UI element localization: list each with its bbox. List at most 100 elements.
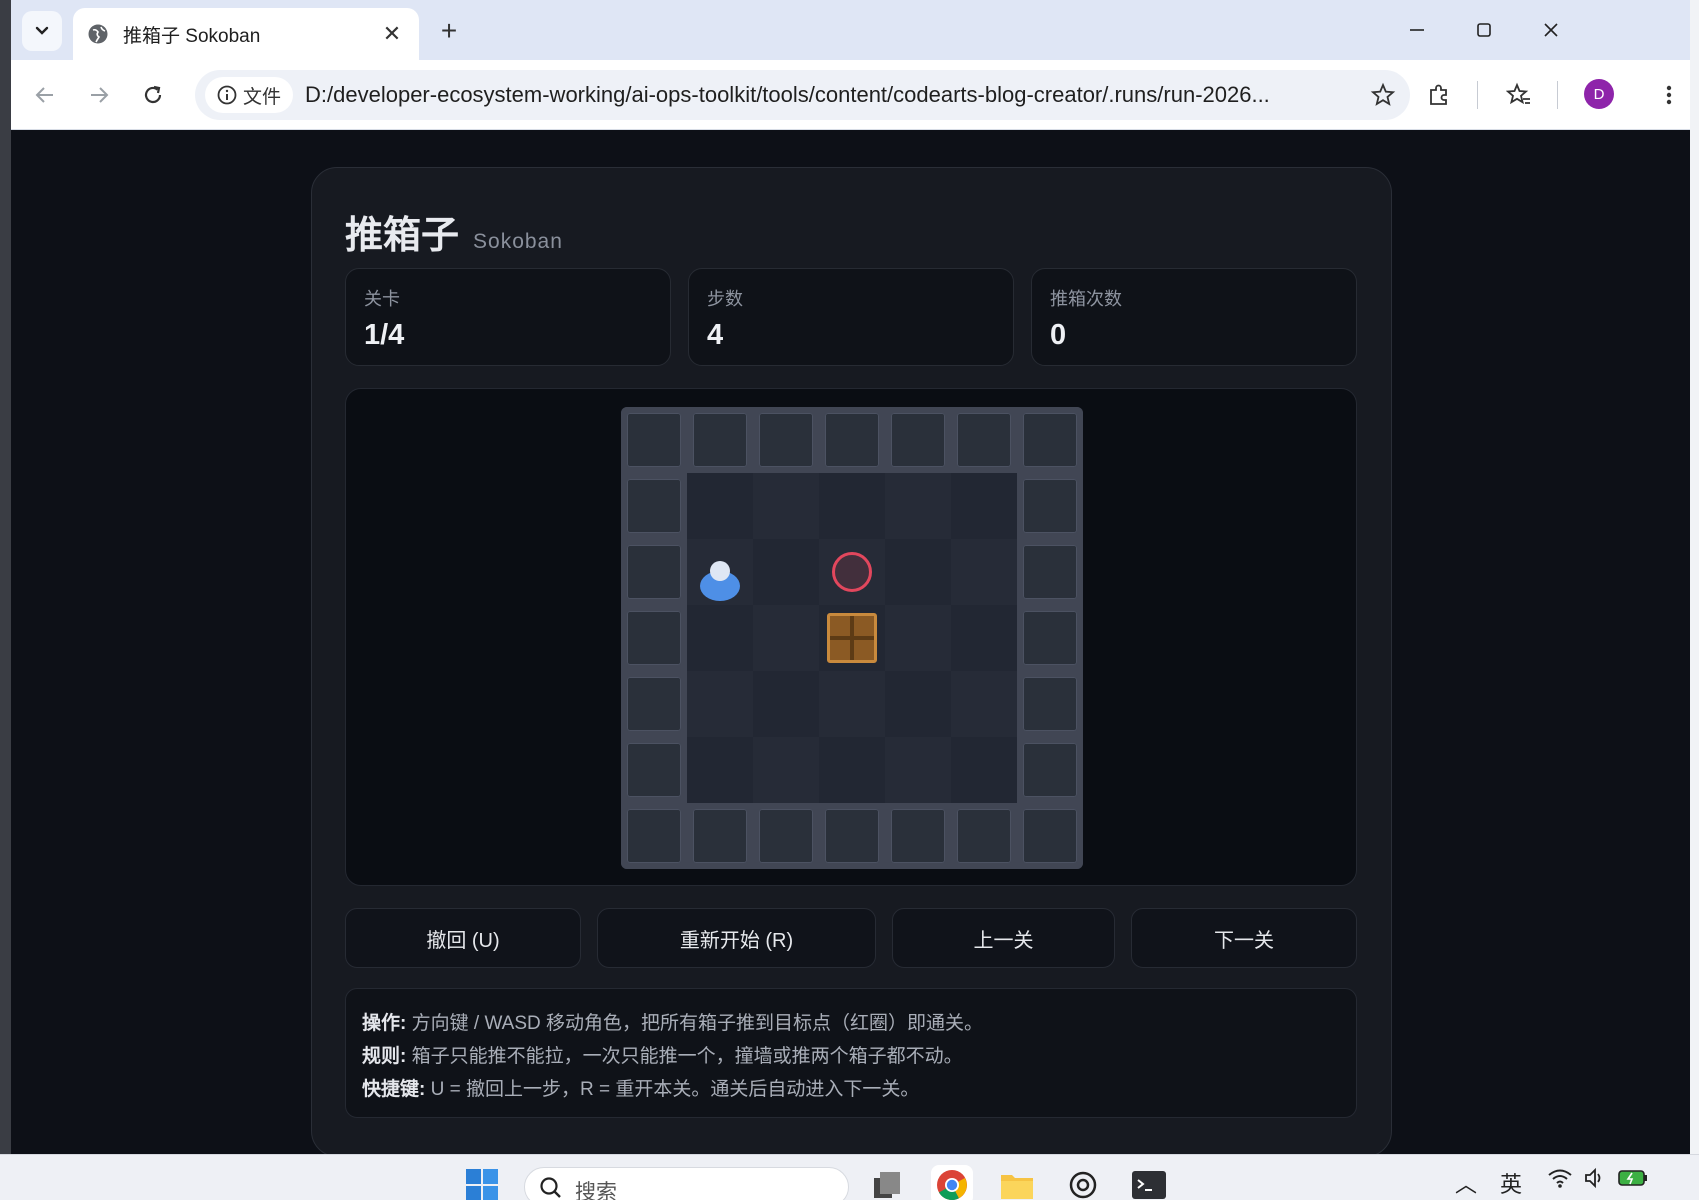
crate-box: [827, 613, 877, 663]
maximize-icon: [1477, 23, 1491, 37]
tab-title: 推箱子 Sokoban: [123, 25, 261, 47]
volume-icon[interactable]: [1583, 1167, 1605, 1195]
floor-tile: [885, 605, 951, 671]
next-level-button[interactable]: 下一关: [1131, 908, 1357, 968]
wall-tile: [819, 803, 885, 869]
chatgpt-button[interactable]: [1062, 1165, 1104, 1200]
stat-pushes-value: 0: [1050, 319, 1067, 351]
volume-icon: [1585, 1167, 1601, 1189]
tab-search-button[interactable]: [22, 11, 62, 51]
floor-tile: [753, 605, 819, 671]
bookmark-star-button[interactable]: [1370, 82, 1396, 113]
more-vertical-icon: [1666, 85, 1672, 105]
wall-tile: [621, 605, 687, 671]
site-info-chip[interactable]: 文件: [205, 77, 294, 113]
floor-tile: [687, 539, 753, 605]
close-window-button[interactable]: [1531, 12, 1571, 48]
floor-tile: [819, 539, 885, 605]
info-icon: [217, 85, 237, 105]
stat-level-label: 关卡: [364, 289, 400, 309]
file-chip-label: 文件: [243, 86, 282, 108]
help-key: 规则:: [362, 1046, 407, 1067]
wall-tile: [819, 407, 885, 473]
chevron-down-icon: [35, 26, 49, 35]
ime-indicator[interactable]: 英: [1500, 1167, 1522, 1199]
wall-tile: [621, 473, 687, 539]
reload-button[interactable]: [135, 77, 171, 113]
wall-tile: [753, 803, 819, 869]
wall-tile: [1017, 407, 1083, 473]
profile-avatar[interactable]: D: [1584, 79, 1614, 109]
floor-tile: [819, 737, 885, 803]
task-view-button[interactable]: [866, 1165, 908, 1200]
floor-tile: [885, 473, 951, 539]
undo-button[interactable]: 撤回 (U): [345, 908, 581, 968]
wall-tile: [687, 407, 753, 473]
floor-tile: [951, 473, 1017, 539]
back-button[interactable]: [27, 77, 63, 113]
terminal-button[interactable]: [1128, 1165, 1170, 1200]
star-list-icon: [1506, 82, 1530, 105]
taskbar-search[interactable]: 搜索: [524, 1167, 849, 1200]
file-explorer-button[interactable]: [996, 1165, 1038, 1200]
browser-titlebar: 推箱子 Sokoban ✕ +: [11, 0, 1690, 60]
wall-tile: [1017, 539, 1083, 605]
stat-pushes: 推箱次数 0: [1031, 268, 1357, 366]
stat-level: 关卡 1/4: [345, 268, 671, 366]
stat-steps: 步数 4: [688, 268, 1014, 366]
chrome-taskbar-button[interactable]: [931, 1165, 973, 1200]
puzzle-icon: [1430, 84, 1447, 105]
game-title-row: 推箱子 Sokoban: [345, 204, 563, 259]
tray-chevron-up-icon[interactable]: ︿: [1455, 1167, 1477, 1199]
forward-button[interactable]: [81, 77, 117, 113]
floor-tile: [687, 605, 753, 671]
desktop-left-edge: [0, 0, 11, 1154]
task-view-icon: [874, 1172, 900, 1198]
wifi-icon[interactable]: [1547, 1167, 1573, 1195]
help-text: U = 撤回上一步，R = 重开本关。通关后自动进入下一关。: [430, 1079, 920, 1100]
wall-tile: [687, 803, 753, 869]
player-character: [699, 561, 741, 601]
floor-tile: [951, 737, 1017, 803]
floor-tile: [951, 539, 1017, 605]
tab-close-icon[interactable]: ✕: [379, 21, 405, 47]
help-key: 快捷键:: [362, 1079, 426, 1100]
url-text: D:/developer-ecosystem-working/ai-ops-to…: [305, 82, 1270, 107]
floor-tile: [753, 539, 819, 605]
toolbar-separator: [1477, 81, 1478, 109]
terminal-icon: [1132, 1171, 1166, 1199]
battery-icon: [1618, 1170, 1647, 1186]
minimize-button[interactable]: [1397, 12, 1437, 48]
stat-level-value: 1/4: [364, 319, 405, 351]
reload-icon: [144, 85, 162, 104]
restart-button[interactable]: 重新开始 (R): [597, 908, 876, 968]
wall-tile: [621, 737, 687, 803]
floor-tile: [819, 671, 885, 737]
search-icon: [540, 1177, 561, 1198]
new-tab-button[interactable]: +: [432, 14, 466, 48]
minimize-icon: [1410, 29, 1424, 31]
taskbar: 搜索 ︿ 英: [0, 1154, 1699, 1200]
menu-button[interactable]: [1651, 77, 1687, 113]
address-bar[interactable]: 文件 D:/developer-ecosystem-working/ai-ops…: [195, 70, 1410, 120]
arrow-right-icon: [91, 87, 109, 103]
arrow-left-icon: [35, 87, 53, 103]
floor-tile: [885, 737, 951, 803]
wall-tile: [1017, 671, 1083, 737]
extensions-button[interactable]: [1421, 77, 1457, 113]
sokoban-board[interactable]: [621, 407, 1083, 869]
wall-tile: [885, 407, 951, 473]
prev-level-button[interactable]: 上一关: [892, 908, 1115, 968]
help-text: 箱子只能推不能拉，一次只能推一个，撞墙或推两个箱子都不动。: [411, 1046, 963, 1067]
favorites-button[interactable]: [1501, 77, 1537, 113]
wall-tile: [1017, 803, 1083, 869]
start-button[interactable]: [461, 1165, 503, 1200]
floor-tile: [819, 473, 885, 539]
wall-tile: [753, 407, 819, 473]
floor-tile: [885, 539, 951, 605]
battery-icon[interactable]: [1618, 1167, 1648, 1193]
help-text: 方向键 / WASD 移动角色，把所有箱子推到目标点（红圈）即通关。: [411, 1013, 984, 1034]
browser-tab-active[interactable]: 推箱子 Sokoban ✕: [73, 8, 419, 60]
wall-tile: [621, 539, 687, 605]
maximize-button[interactable]: [1464, 12, 1504, 48]
